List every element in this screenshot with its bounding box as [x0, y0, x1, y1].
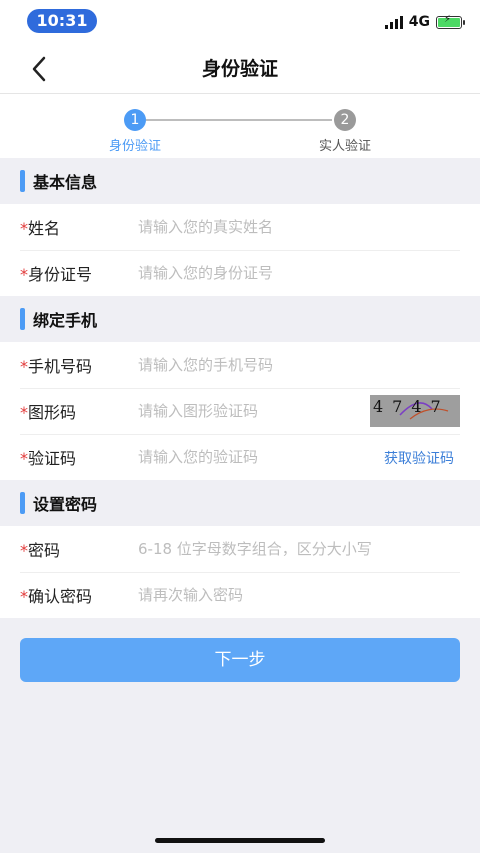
id-number-row: *身份证号	[0, 250, 480, 296]
step-1-label: 身份验证	[108, 139, 161, 154]
section-basic-info: 基本信息	[0, 158, 480, 204]
captcha-input[interactable]	[138, 402, 338, 420]
battery-icon	[436, 14, 465, 29]
section-marker	[20, 170, 25, 192]
section-bind-phone: 绑定手机	[0, 296, 480, 342]
signal-icon	[384, 15, 403, 29]
required-mark: *	[20, 265, 28, 284]
step-2-label: 实人验证	[318, 139, 371, 154]
nav-bar: 身份验证	[0, 44, 480, 94]
page-title: 身份验证	[201, 58, 278, 80]
mobile-row: *手机号码	[0, 342, 480, 388]
top-area: 10:31 4G 身份验证	[0, 0, 480, 94]
id-number-input[interactable]	[138, 264, 368, 282]
section-marker	[20, 308, 25, 330]
home-indicator[interactable]	[155, 838, 325, 843]
name-label: *姓名	[20, 219, 61, 238]
required-mark: *	[20, 403, 28, 422]
status-time: 10:31	[27, 9, 97, 33]
step-2: 2 实人验证	[285, 109, 405, 154]
required-mark: *	[20, 219, 28, 238]
captcha-image[interactable]: 4747	[370, 395, 460, 427]
password-group: *密码 *确认密码	[0, 526, 480, 618]
step-1-circle: 1	[124, 109, 146, 131]
status-bar: 10:31 4G	[0, 0, 480, 44]
password-row: *密码	[0, 526, 480, 572]
captcha-row: *图形码 4747	[0, 388, 480, 434]
network-type: 4G	[408, 14, 430, 30]
sms-code-input[interactable]	[138, 448, 338, 466]
password-input[interactable]	[138, 540, 438, 558]
name-input[interactable]	[138, 218, 368, 236]
back-button[interactable]	[22, 54, 58, 84]
section-title: 绑定手机	[33, 311, 98, 330]
section-marker	[20, 492, 25, 514]
chevron-left-icon	[32, 56, 46, 82]
password-label: *密码	[20, 541, 61, 560]
confirm-password-label: *确认密码	[20, 587, 93, 606]
confirm-password-input[interactable]	[138, 586, 368, 604]
section-set-password: 设置密码	[0, 480, 480, 526]
name-row: *姓名	[0, 204, 480, 250]
step-1: 1 身份验证	[75, 109, 195, 154]
captcha-text: 4747	[373, 397, 450, 416]
step-2-circle: 2	[334, 109, 356, 131]
next-step-button[interactable]: 下一步	[20, 638, 460, 682]
sms-code-row: *验证码 获取验证码	[0, 434, 480, 480]
get-code-button[interactable]: 获取验证码	[384, 448, 454, 468]
sms-code-label: *验证码	[20, 449, 77, 468]
bind-phone-group: *手机号码 *图形码 4747 *验证码 获取验证码	[0, 342, 480, 480]
section-title: 基本信息	[33, 173, 98, 192]
required-mark: *	[20, 449, 28, 468]
status-indicators: 4G	[384, 13, 465, 31]
mobile-label: *手机号码	[20, 357, 93, 376]
mobile-input[interactable]	[138, 356, 368, 374]
captcha-label: *图形码	[20, 403, 77, 422]
required-mark: *	[20, 541, 28, 560]
required-mark: *	[20, 357, 28, 376]
basic-info-group: *姓名 *身份证号	[0, 204, 480, 296]
confirm-password-row: *确认密码	[0, 572, 480, 618]
section-title: 设置密码	[33, 495, 98, 514]
step-indicator: 1 身份验证 2 实人验证	[0, 94, 480, 158]
id-number-label: *身份证号	[20, 265, 93, 284]
required-mark: *	[20, 587, 28, 606]
